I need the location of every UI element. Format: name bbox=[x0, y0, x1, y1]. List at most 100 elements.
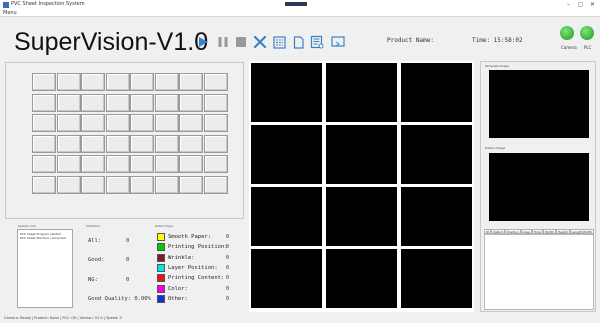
sheet-cell[interactable] bbox=[105, 93, 130, 112]
legend-swatch bbox=[157, 263, 165, 272]
calculator-button[interactable] bbox=[271, 34, 287, 50]
sheet-cell[interactable] bbox=[130, 134, 154, 153]
sheet-cell[interactable] bbox=[179, 114, 203, 132]
tools-button[interactable] bbox=[252, 34, 268, 50]
sheet-cell[interactable] bbox=[130, 114, 154, 132]
camera-tile[interactable] bbox=[401, 63, 472, 122]
pause-button[interactable] bbox=[215, 34, 231, 50]
sheet-cell[interactable] bbox=[32, 73, 56, 91]
sheet-cell[interactable] bbox=[105, 155, 130, 173]
camera-tile[interactable] bbox=[401, 187, 472, 246]
sheet-cell[interactable] bbox=[154, 73, 179, 91]
sheet-cell[interactable] bbox=[203, 134, 228, 153]
status-text: Camera: Ready | Product: None | PLC: OK … bbox=[4, 316, 122, 320]
legend-count: 0 bbox=[226, 264, 230, 271]
sheet-cell[interactable] bbox=[56, 114, 81, 132]
stat-all-value: 0 bbox=[126, 238, 130, 244]
camera-status-label: Camera bbox=[561, 45, 577, 50]
sheet-cell[interactable] bbox=[203, 155, 228, 173]
sheet-cell[interactable] bbox=[154, 134, 179, 153]
menu-item-menu[interactable]: Menu bbox=[3, 10, 17, 16]
legend-name: Printing Position: bbox=[168, 244, 228, 251]
sheet-cell[interactable] bbox=[130, 73, 154, 91]
sheet-cell[interactable] bbox=[81, 134, 105, 153]
good-quality-label: Good Quality: 0.00% bbox=[88, 296, 151, 302]
sheet-cell[interactable] bbox=[154, 93, 179, 112]
camera-tile[interactable] bbox=[326, 249, 397, 308]
legend-count: 0 bbox=[226, 285, 230, 292]
sheet-cell[interactable] bbox=[154, 175, 179, 194]
title-bar: PVC Sheet Inspection System – ◻ ✕ bbox=[0, 0, 600, 10]
sheet-cell[interactable] bbox=[32, 175, 56, 194]
camera-tile[interactable] bbox=[326, 63, 397, 122]
sheet-cell[interactable] bbox=[154, 114, 179, 132]
defect-table-body[interactable] bbox=[484, 234, 594, 310]
camera-tile[interactable] bbox=[401, 125, 472, 184]
sheet-cell[interactable] bbox=[56, 73, 81, 91]
minimize-button[interactable]: – bbox=[567, 1, 570, 8]
sheet-cell[interactable] bbox=[105, 175, 130, 194]
sheet-cell[interactable] bbox=[203, 175, 228, 194]
header-toolbar: SuperVision-V1.0 Product Name: Time: 15:… bbox=[0, 18, 600, 58]
sheet-cell[interactable] bbox=[81, 155, 105, 173]
camera-tile[interactable] bbox=[401, 249, 472, 308]
legend-name: Layer Position: bbox=[168, 264, 218, 271]
play-button[interactable] bbox=[195, 34, 211, 50]
legend-swatch bbox=[157, 233, 165, 241]
window-title: PVC Sheet Inspection System bbox=[11, 1, 85, 7]
legend-swatch bbox=[157, 294, 165, 303]
legend-swatch bbox=[157, 243, 165, 252]
sheet-cell[interactable] bbox=[179, 134, 203, 153]
sheet-cell[interactable] bbox=[105, 114, 130, 132]
report-button[interactable] bbox=[309, 34, 325, 50]
pause-icon bbox=[218, 37, 228, 47]
camera-tile[interactable] bbox=[326, 187, 397, 246]
document-button[interactable] bbox=[290, 34, 306, 50]
screen-button[interactable] bbox=[330, 34, 346, 50]
sheet-cell[interactable] bbox=[56, 175, 81, 194]
sheet-cell[interactable] bbox=[130, 93, 154, 112]
sheet-cell[interactable] bbox=[203, 93, 228, 112]
legend-swatch bbox=[157, 253, 165, 262]
sheet-cell[interactable] bbox=[130, 155, 154, 173]
sheet-cell[interactable] bbox=[179, 175, 203, 194]
sheet-cell[interactable] bbox=[32, 134, 56, 153]
sheet-cell[interactable] bbox=[56, 134, 81, 153]
system-info-log[interactable]: PVC Sheet Program started PVC Sheet Mach… bbox=[17, 229, 73, 308]
sheet-cell[interactable] bbox=[32, 114, 56, 132]
legend-name: Other: bbox=[168, 295, 188, 302]
plc-status-label: PLC bbox=[584, 45, 592, 50]
defect-image-view bbox=[489, 153, 589, 221]
camera-tile[interactable] bbox=[251, 249, 322, 308]
sheet-cell[interactable] bbox=[56, 155, 81, 173]
sheet-cell[interactable] bbox=[81, 114, 105, 132]
app-brand-title: SuperVision-V1.0 bbox=[14, 28, 209, 56]
legend-count: 0 bbox=[226, 275, 230, 282]
legend-name: Wrinkle: bbox=[168, 254, 195, 261]
sheet-cell[interactable] bbox=[203, 114, 228, 132]
camera-tile[interactable] bbox=[251, 187, 322, 246]
camera-tile[interactable] bbox=[326, 125, 397, 184]
sheet-cell[interactable] bbox=[154, 155, 179, 173]
sheet-cell[interactable] bbox=[81, 73, 105, 91]
sheet-cell[interactable] bbox=[179, 155, 203, 173]
sheet-cell[interactable] bbox=[81, 93, 105, 112]
sheet-cell[interactable] bbox=[56, 93, 81, 112]
legend-count: 0 bbox=[226, 234, 230, 240]
stop-button[interactable] bbox=[233, 34, 249, 50]
sheet-cell[interactable] bbox=[32, 93, 56, 112]
camera-tile[interactable] bbox=[251, 63, 322, 122]
sheet-cell[interactable] bbox=[32, 155, 56, 173]
camera-tile[interactable] bbox=[251, 125, 322, 184]
sheet-cell[interactable] bbox=[203, 73, 228, 91]
close-button[interactable]: ✕ bbox=[590, 1, 595, 8]
sheet-cell[interactable] bbox=[105, 73, 130, 91]
sheet-cell[interactable] bbox=[179, 73, 203, 91]
sheet-cell[interactable] bbox=[81, 175, 105, 194]
maximize-button[interactable]: ◻ bbox=[578, 1, 583, 8]
sheet-cell[interactable] bbox=[130, 175, 154, 194]
sheet-cell[interactable] bbox=[105, 134, 130, 153]
stat-ng-value: 0 bbox=[126, 277, 130, 283]
app-icon bbox=[3, 2, 9, 8]
sheet-cell[interactable] bbox=[179, 93, 203, 112]
